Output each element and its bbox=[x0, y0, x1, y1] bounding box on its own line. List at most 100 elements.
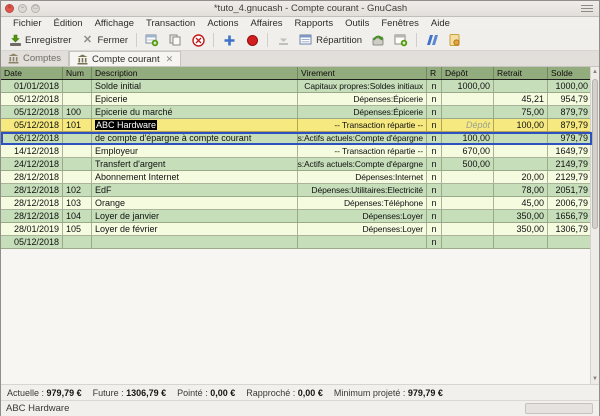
scroll-down-icon[interactable]: ▼ bbox=[591, 374, 599, 384]
cell-num[interactable]: 100 bbox=[63, 106, 92, 119]
cell-depot[interactable] bbox=[442, 223, 494, 236]
cell-description[interactable]: ABC Hardware bbox=[92, 119, 298, 132]
window-close-icon[interactable]: × bbox=[5, 4, 14, 13]
cell-depot[interactable]: Dépôt bbox=[442, 119, 494, 132]
cell-reconcile[interactable]: n bbox=[427, 171, 442, 184]
cell-date[interactable]: 05/12/2018 bbox=[1, 119, 63, 132]
cell-depot[interactable]: 1000,00 bbox=[442, 80, 494, 93]
cell-reconcile[interactable]: n bbox=[427, 197, 442, 210]
cell-virement[interactable] bbox=[298, 236, 427, 249]
cell-reconcile[interactable]: n bbox=[427, 210, 442, 223]
cell-num[interactable]: 103 bbox=[63, 197, 92, 210]
col-num[interactable]: Num bbox=[63, 67, 92, 79]
cell-date[interactable]: 01/01/2018 bbox=[1, 80, 63, 93]
cell-solde[interactable]: 2051,79 bbox=[548, 184, 592, 197]
col-depot[interactable]: Dépôt bbox=[442, 67, 494, 79]
cell-date[interactable]: 28/12/2018 bbox=[1, 197, 63, 210]
cell-description[interactable]: Epicerie bbox=[92, 93, 298, 106]
cell-reconcile[interactable]: n bbox=[427, 132, 442, 145]
table-row[interactable]: 06/12/2018 de compte d'épargne à compte … bbox=[1, 132, 592, 145]
enter-button[interactable] bbox=[218, 31, 240, 49]
cell-reconcile[interactable]: n bbox=[427, 93, 442, 106]
cell-virement[interactable]: s:Actifs actuels:Compte d'épargne bbox=[298, 158, 427, 171]
cell-date[interactable]: 05/12/2018 bbox=[1, 236, 63, 249]
cell-depot[interactable] bbox=[442, 236, 494, 249]
cell-date[interactable]: 05/12/2018 bbox=[1, 106, 63, 119]
table-row[interactable]: 24/12/2018 Transfert d'argent s:Actifs a… bbox=[1, 158, 592, 171]
cell-num[interactable]: 101 bbox=[63, 119, 92, 132]
table-row[interactable]: 01/01/2018 Solde initial Capitaux propre… bbox=[1, 80, 592, 93]
col-description[interactable]: Description bbox=[92, 67, 298, 79]
cell-reconcile[interactable]: n bbox=[427, 145, 442, 158]
tab-compte-courant[interactable]: Compte courant ✕ bbox=[69, 51, 181, 66]
cell-description[interactable]: EdF bbox=[92, 184, 298, 197]
cell-num[interactable] bbox=[63, 158, 92, 171]
menu-actions[interactable]: Actions bbox=[201, 18, 244, 29]
window-maximize-icon[interactable]: □ bbox=[31, 4, 40, 13]
table-row[interactable]: 28/01/2019 105 Loyer de février Dépenses… bbox=[1, 223, 592, 236]
cell-solde[interactable]: 1000,00 bbox=[548, 80, 592, 93]
cell-depot[interactable] bbox=[442, 93, 494, 106]
cell-virement[interactable]: Dépenses:Utilitaires:Electricité bbox=[298, 184, 427, 197]
split-button[interactable]: Répartition bbox=[295, 31, 366, 49]
cell-retrait[interactable]: 75,00 bbox=[494, 106, 548, 119]
schedule-button[interactable] bbox=[390, 31, 412, 49]
cell-date[interactable]: 28/12/2018 bbox=[1, 210, 63, 223]
close-button[interactable]: ✕ Fermer bbox=[76, 31, 132, 49]
cell-depot[interactable] bbox=[442, 184, 494, 197]
invoice-button[interactable] bbox=[444, 31, 466, 49]
cell-solde[interactable]: 2129,79 bbox=[548, 171, 592, 184]
col-date[interactable]: Date bbox=[1, 67, 63, 79]
table-row[interactable]: 05/12/2018 Epicerie Dépenses:Épicerie n … bbox=[1, 93, 592, 106]
table-row[interactable]: 28/12/2018 104 Loyer de janvier Dépenses… bbox=[1, 210, 592, 223]
cell-date[interactable]: 28/12/2018 bbox=[1, 171, 63, 184]
cell-virement[interactable]: Dépenses:Épicerie bbox=[298, 93, 427, 106]
cell-depot[interactable] bbox=[442, 210, 494, 223]
cell-depot[interactable]: 100,00 bbox=[442, 132, 494, 145]
cell-depot[interactable] bbox=[442, 106, 494, 119]
cell-reconcile[interactable]: n bbox=[427, 119, 442, 132]
cell-num[interactable]: 104 bbox=[63, 210, 92, 223]
cell-solde[interactable]: 954,79 bbox=[548, 93, 592, 106]
table-row[interactable]: 05/12/2018 n bbox=[1, 236, 592, 249]
cell-retrait[interactable]: 350,00 bbox=[494, 223, 548, 236]
cell-description[interactable]: Loyer de février bbox=[92, 223, 298, 236]
cell-retrait[interactable] bbox=[494, 236, 548, 249]
table-row[interactable]: 14/12/2018 Employeur -- Transaction répa… bbox=[1, 145, 592, 158]
cell-solde[interactable]: 979,79 bbox=[548, 132, 592, 145]
cell-solde[interactable]: 879,79 bbox=[548, 106, 592, 119]
menu-affaires[interactable]: Affaires bbox=[244, 18, 288, 29]
cell-retrait[interactable]: 20,00 bbox=[494, 171, 548, 184]
scrollbar-thumb[interactable] bbox=[592, 79, 598, 229]
menu-edition[interactable]: Édition bbox=[48, 18, 89, 29]
cell-retrait[interactable] bbox=[494, 158, 548, 171]
blank-transaction-button[interactable] bbox=[272, 31, 294, 49]
cell-reconcile[interactable]: n bbox=[427, 236, 442, 249]
tab-comptes[interactable]: Comptes bbox=[1, 51, 69, 66]
cell-reconcile[interactable]: n bbox=[427, 106, 442, 119]
cell-retrait[interactable]: 100,00 bbox=[494, 119, 548, 132]
cell-reconcile[interactable]: n bbox=[427, 223, 442, 236]
cell-retrait[interactable] bbox=[494, 80, 548, 93]
cell-description[interactable]: de compte d'épargne à compte courant bbox=[92, 132, 298, 145]
cell-virement[interactable]: s:Actifs actuels:Compte d'épargne bbox=[298, 132, 427, 145]
cell-virement[interactable]: Capitaux propres:Soldes initiaux bbox=[298, 80, 427, 93]
new-transaction-button[interactable] bbox=[141, 31, 163, 49]
table-row[interactable]: 28/12/2018 Abonnement Internet Dépenses:… bbox=[1, 171, 592, 184]
save-button[interactable]: Enregistrer bbox=[4, 31, 75, 49]
cell-description[interactable]: Loyer de janvier bbox=[92, 210, 298, 223]
cell-solde[interactable]: 2006,79 bbox=[548, 197, 592, 210]
table-row[interactable]: 28/12/2018 102 EdF Dépenses:Utilitaires:… bbox=[1, 184, 592, 197]
cell-num[interactable]: 102 bbox=[63, 184, 92, 197]
cell-virement[interactable]: -- Transaction répartie -- bbox=[298, 119, 427, 132]
vertical-scrollbar[interactable]: ▲ ▼ bbox=[590, 67, 599, 384]
table-row[interactable]: 05/12/2018 101 ABC Hardware -- Transacti… bbox=[1, 119, 592, 132]
cell-retrait[interactable]: 45,00 bbox=[494, 197, 548, 210]
col-solde[interactable]: Solde bbox=[548, 67, 592, 79]
cell-retrait[interactable]: 78,00 bbox=[494, 184, 548, 197]
menu-aide[interactable]: Aide bbox=[425, 18, 456, 29]
cell-num[interactable] bbox=[63, 236, 92, 249]
col-virement[interactable]: Virement bbox=[298, 67, 427, 79]
menu-rapports[interactable]: Rapports bbox=[289, 18, 340, 29]
col-reconcile[interactable]: R bbox=[427, 67, 442, 79]
